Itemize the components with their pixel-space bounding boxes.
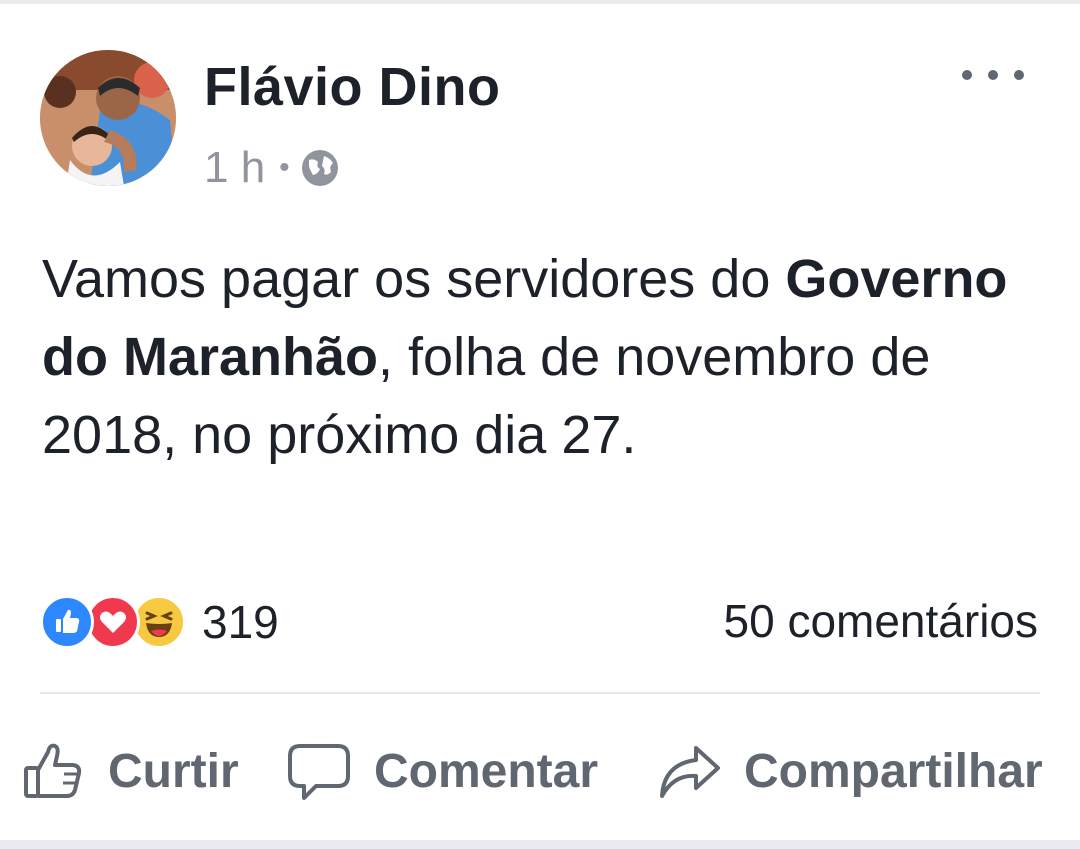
like-label: Curtir (108, 744, 239, 798)
post-time[interactable]: 1 h (204, 143, 265, 193)
author-avatar[interactable] (40, 50, 176, 186)
share-label: Compartilhar (744, 744, 1043, 798)
more-dot-icon (988, 70, 998, 80)
like-button[interactable]: Curtir (20, 726, 239, 816)
comment-label: Comentar (374, 744, 599, 798)
post-meta: 1 h • (204, 140, 340, 196)
comments-count-link[interactable]: 50 comentários (724, 594, 1039, 648)
more-dot-icon (1014, 70, 1024, 80)
share-button[interactable]: Compartilhar (656, 726, 1043, 816)
thumbs-up-icon (24, 743, 82, 798)
meta-separator: • (279, 151, 290, 184)
love-reaction-icon (86, 595, 140, 649)
more-dot-icon (962, 70, 972, 80)
comment-button[interactable]: Comentar (286, 726, 598, 816)
like-reaction-icon (40, 595, 94, 649)
reaction-count: 319 (202, 596, 279, 648)
post-text: Vamos pagar os servidores do Governo do … (42, 240, 1042, 474)
comment-icon (288, 744, 350, 800)
post-card: Flávio Dino 1 h • Vamos pagar os servido… (0, 4, 1080, 840)
haha-reaction-icon (132, 595, 186, 649)
action-bar: Curtir Comentar Compartilhar (0, 726, 1080, 816)
globe-icon (301, 150, 338, 186)
author-name[interactable]: Flávio Dino (204, 56, 501, 118)
more-options-button[interactable] (962, 60, 1024, 90)
divider (40, 692, 1040, 694)
share-arrow-icon (660, 746, 720, 798)
post-text-part1: Vamos pagar os servidores do (42, 249, 786, 309)
reactions-summary[interactable]: 319 (40, 592, 279, 652)
avatar-photo (40, 50, 176, 186)
